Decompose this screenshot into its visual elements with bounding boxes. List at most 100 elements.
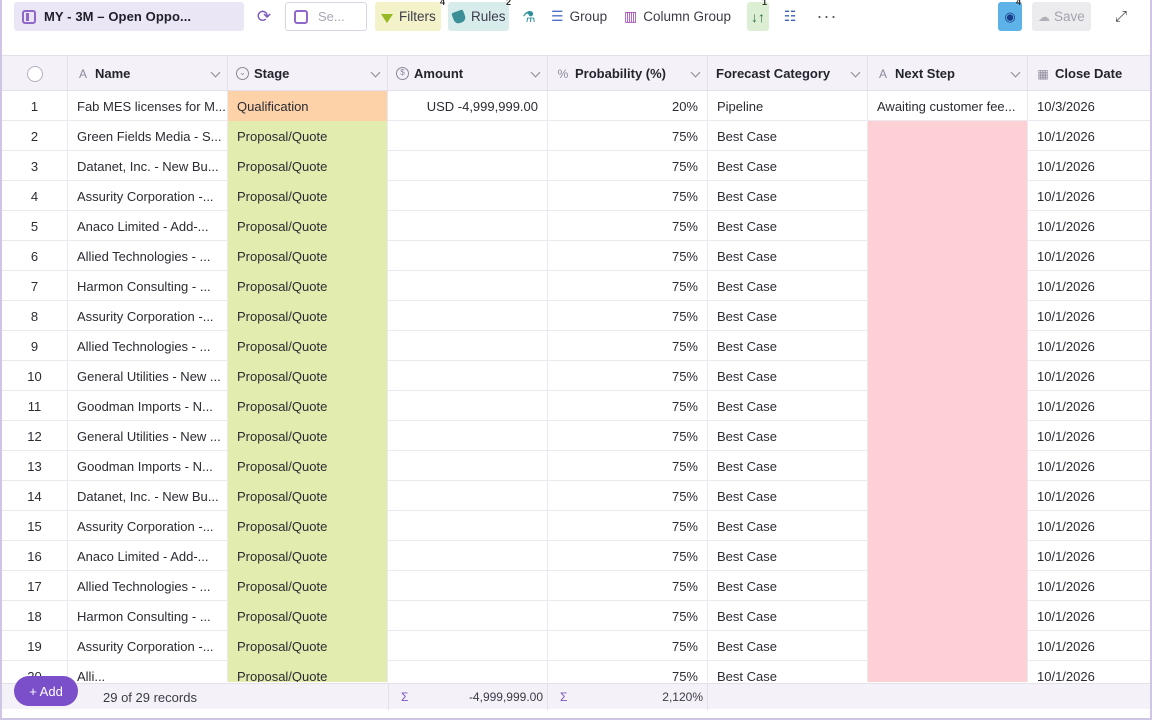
amount-cell[interactable] [388, 271, 548, 301]
next-step-cell[interactable] [868, 181, 1028, 211]
amount-cell[interactable] [388, 601, 548, 631]
forecast-category-cell[interactable]: Best Case [708, 571, 868, 601]
next-step-cell[interactable] [868, 211, 1028, 241]
amount-cell[interactable] [388, 241, 548, 271]
next-step-cell[interactable] [868, 301, 1028, 331]
save-button[interactable]: ☁ Save [1032, 2, 1091, 31]
amount-cell[interactable] [388, 361, 548, 391]
table-row[interactable]: 17 Allied Technologies - ... Proposal/Quot… [2, 571, 1150, 601]
forecast-category-cell[interactable]: Best Case [708, 151, 868, 181]
close-date-cell[interactable]: 10/1/2026 [1028, 541, 1150, 571]
next-step-cell[interactable] [868, 151, 1028, 181]
forecast-category-cell[interactable]: Best Case [708, 631, 868, 661]
column-header-name[interactable]: A Name [68, 56, 228, 91]
table-row[interactable]: 2 Green Fields Media - S... Proposal/Quote… [2, 121, 1150, 151]
table-row[interactable]: 13 Goodman Imports - N... Proposal/Quote 75… [2, 451, 1150, 481]
close-date-cell[interactable]: 10/1/2026 [1028, 571, 1150, 601]
probability-summary[interactable]: Σ 2,120% [548, 684, 708, 710]
stage-cell[interactable]: Qualification [228, 91, 388, 121]
forecast-category-cell[interactable]: Best Case [708, 511, 868, 541]
row-number-cell[interactable]: 5 [2, 211, 68, 241]
close-date-cell[interactable]: 10/1/2026 [1028, 361, 1150, 391]
probability-cell[interactable]: 75% [548, 301, 708, 331]
name-cell[interactable]: Allied Technologies - ... [68, 241, 228, 271]
amount-cell[interactable] [388, 541, 548, 571]
forecast-category-cell[interactable]: Best Case [708, 121, 868, 151]
amount-cell[interactable] [388, 481, 548, 511]
table-row[interactable]: 3 Datanet, Inc. - New Bu... Proposal/Quote… [2, 151, 1150, 181]
stage-cell[interactable]: Proposal/Quote [228, 301, 388, 331]
forecast-category-cell[interactable]: Best Case [708, 481, 868, 511]
name-cell[interactable]: Anaco Limited - Add-... [68, 211, 228, 241]
stage-cell[interactable]: Proposal/Quote [228, 271, 388, 301]
table-row[interactable]: 4 Assurity Corporation -... Proposal/Quote… [2, 181, 1150, 211]
chevron-down-icon[interactable] [210, 67, 221, 78]
next-step-cell[interactable] [868, 241, 1028, 271]
close-date-cell[interactable]: 10/1/2026 [1028, 271, 1150, 301]
probability-cell[interactable]: 75% [548, 571, 708, 601]
amount-cell[interactable] [388, 451, 548, 481]
close-date-cell[interactable]: 10/1/2026 [1028, 151, 1150, 181]
refresh-button[interactable]: ⟳ [252, 2, 276, 31]
name-cell[interactable]: Assurity Corporation -... [68, 631, 228, 661]
name-cell[interactable]: Datanet, Inc. - New Bu... [68, 481, 228, 511]
close-date-cell[interactable]: 10/1/2026 [1028, 241, 1150, 271]
row-number-cell[interactable]: 4 [2, 181, 68, 211]
row-number-cell[interactable]: 6 [2, 241, 68, 271]
name-cell[interactable]: Goodman Imports - N... [68, 451, 228, 481]
amount-cell[interactable] [388, 571, 548, 601]
forecast-category-cell[interactable]: Best Case [708, 601, 868, 631]
probability-cell[interactable]: 75% [548, 541, 708, 571]
chevron-down-icon[interactable] [850, 67, 861, 78]
row-number-cell[interactable]: 3 [2, 151, 68, 181]
next-step-cell[interactable] [868, 271, 1028, 301]
probability-cell[interactable]: 75% [548, 151, 708, 181]
chevron-down-icon[interactable] [1010, 67, 1021, 78]
forecast-category-cell[interactable]: Best Case [708, 541, 868, 571]
table-row[interactable]: 15 Assurity Corporation -... Proposal/Quot… [2, 511, 1150, 541]
stage-cell[interactable]: Proposal/Quote [228, 151, 388, 181]
name-cell[interactable]: Allied Technologies - ... [68, 571, 228, 601]
probability-cell[interactable]: 75% [548, 241, 708, 271]
table-row[interactable]: 12 General Utilities - New ... Proposal/Qu… [2, 421, 1150, 451]
probability-cell[interactable]: 75% [548, 631, 708, 661]
name-cell[interactable]: General Utilities - New ... [68, 361, 228, 391]
column-header-next-step[interactable]: A Next Step [868, 56, 1028, 91]
forecast-category-cell[interactable]: Pipeline [708, 91, 868, 121]
close-date-cell[interactable]: 10/1/2026 [1028, 451, 1150, 481]
amount-cell[interactable] [388, 421, 548, 451]
sort-button[interactable]: ↓↑ 1 [747, 0, 769, 31]
add-record-button[interactable]: + Add [14, 676, 78, 706]
amount-summary[interactable]: Σ -4,999,999.00 [388, 684, 548, 710]
close-date-cell[interactable]: 10/1/2026 [1028, 481, 1150, 511]
row-number-cell[interactable]: 19 [2, 631, 68, 661]
stage-cell[interactable]: Proposal/Quote [228, 241, 388, 271]
close-date-cell[interactable]: 10/1/2026 [1028, 331, 1150, 361]
row-number-cell[interactable]: 13 [2, 451, 68, 481]
probability-cell[interactable]: 75% [548, 661, 708, 682]
close-date-cell[interactable]: 10/3/2026 [1028, 91, 1150, 121]
probability-cell[interactable]: 75% [548, 601, 708, 631]
next-step-cell[interactable] [868, 601, 1028, 631]
row-number-cell[interactable]: 2 [2, 121, 68, 151]
next-step-cell[interactable] [868, 541, 1028, 571]
amount-cell[interactable] [388, 331, 548, 361]
select-all-checkbox[interactable] [26, 65, 43, 82]
table-row[interactable]: 5 Anaco Limited - Add-... Proposal/Quote 75… [2, 211, 1150, 241]
name-cell[interactable]: General Utilities - New ... [68, 421, 228, 451]
next-step-cell[interactable] [868, 571, 1028, 601]
stage-cell[interactable]: Proposal/Quote [228, 121, 388, 151]
stage-cell[interactable]: Proposal/Quote [228, 541, 388, 571]
stage-cell[interactable]: Proposal/Quote [228, 391, 388, 421]
forecast-category-cell[interactable]: Best Case [708, 391, 868, 421]
row-number-cell[interactable]: 16 [2, 541, 68, 571]
probability-cell[interactable]: 75% [548, 271, 708, 301]
search-input[interactable]: Se... [285, 2, 367, 31]
forecast-category-cell[interactable]: Best Case [708, 211, 868, 241]
name-cell[interactable]: Assurity Corporation -... [68, 511, 228, 541]
close-date-cell[interactable]: 10/1/2026 [1028, 181, 1150, 211]
stage-cell[interactable]: Proposal/Quote [228, 361, 388, 391]
name-cell[interactable]: Allied Technologies - ... [68, 331, 228, 361]
name-cell[interactable]: Fab MES licenses for M... [68, 91, 228, 121]
amount-cell[interactable] [388, 181, 548, 211]
